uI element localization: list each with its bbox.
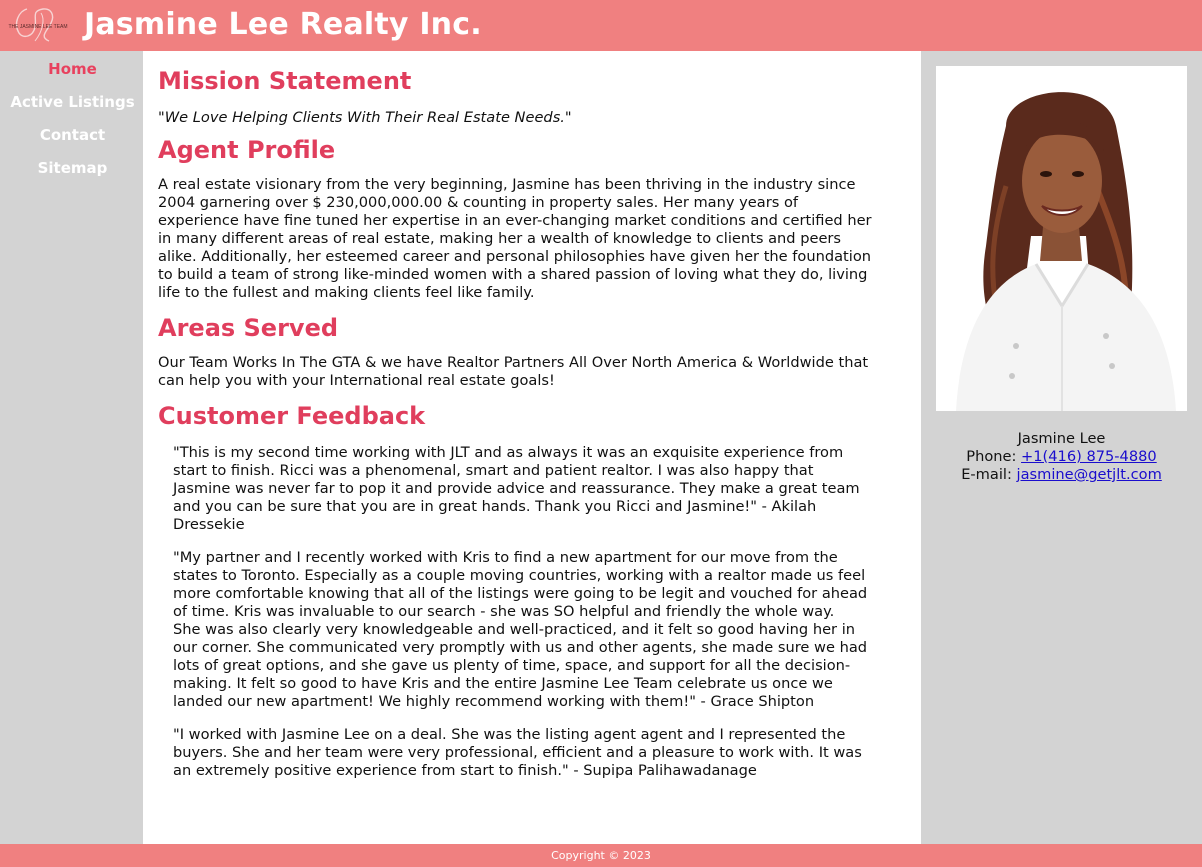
text-line: Dressekie: [173, 516, 245, 533]
site-header: THE JASMINE LEE TEAM Jasmine Lee Realty …: [0, 0, 1202, 51]
text-line: more comfortable knowing that all of the…: [173, 585, 868, 602]
mission-heading: Mission Statement: [158, 67, 412, 95]
profile-text: A real estate visionary from the very be…: [158, 176, 906, 302]
text-line: She was also clearly very knowledgeable …: [173, 621, 856, 638]
nav-item-sitemap[interactable]: Sitemap: [2, 150, 143, 183]
text-line: life to the fullest and making clients f…: [158, 284, 535, 301]
team-logo[interactable]: THE JASMINE LEE TEAM: [5, 3, 71, 47]
text-line: "My partner and I recently worked with K…: [173, 549, 838, 566]
profile-heading: Agent Profile: [158, 136, 336, 164]
email-label: E-mail:: [961, 466, 1012, 483]
main-content: Mission Statement "We Love Helping Clien…: [143, 51, 921, 844]
copyright-text: Copyright © 2023: [551, 849, 651, 862]
text-line: of time. Kris was invaluable to our sear…: [173, 603, 835, 620]
agent-photo: [936, 66, 1187, 411]
logo-text: THE JASMINE LEE TEAM: [8, 24, 67, 30]
text-line: Jasmine was never far to pop it and prov…: [173, 480, 860, 497]
text-line: "I worked with Jasmine Lee on a deal. Sh…: [173, 726, 846, 743]
text-line: "This is my second time working with JLT…: [173, 444, 844, 461]
phone-link[interactable]: +1(416) 875-4880: [1021, 448, 1157, 465]
phone-label: Phone:: [966, 448, 1017, 465]
feedback-list: "This is my second time working with JLT…: [158, 444, 906, 780]
text-line: lots of great options, and she gave us p…: [173, 657, 851, 674]
text-line: landed our new apartment! We highly reco…: [173, 693, 815, 710]
feedback-item: "My partner and I recently worked with K…: [158, 549, 906, 711]
areas-heading: Areas Served: [158, 314, 339, 342]
text-line: start to finish. Ricci was a phenomenal,…: [173, 462, 814, 479]
text-line: 2004 garnering over $ 230,000,000.00 & c…: [158, 194, 799, 211]
text-line: states to Toronto. Especially as a coupl…: [173, 567, 866, 584]
mission-quote: "We Love Helping Clients With Their Real…: [158, 109, 572, 126]
text-line: Our Team Works In The GTA & we have Real…: [158, 354, 869, 371]
site-title: Jasmine Lee Realty Inc.: [84, 7, 482, 42]
phone-row: Phone: +1(416) 875-4880: [921, 448, 1202, 466]
agent-contact: Jasmine Lee Phone: +1(416) 875-4880 E-ma…: [921, 430, 1202, 484]
areas-text: Our Team Works In The GTA & we have Real…: [158, 354, 906, 390]
email-link[interactable]: jasmine@getjlt.com: [1017, 466, 1162, 483]
text-line: can help you with your International rea…: [158, 372, 555, 389]
text-line: alike. Additionally, her esteemed career…: [158, 248, 872, 265]
text-line: making. It felt so good to have Kris and…: [173, 675, 833, 692]
email-row: E-mail: jasmine@getjlt.com: [921, 466, 1202, 484]
nav-item-active-listings[interactable]: Active Listings: [2, 84, 143, 117]
text-line: A real estate visionary from the very be…: [158, 176, 856, 193]
nav-item-contact[interactable]: Contact: [2, 117, 143, 150]
text-line: buyers. She and her team were very profe…: [173, 744, 862, 761]
nav-item-home[interactable]: Home: [2, 51, 143, 84]
feedback-item: "I worked with Jasmine Lee on a deal. Sh…: [158, 726, 906, 780]
text-line: our corner. She communicated very prompt…: [173, 639, 868, 656]
text-line: and you can be sure that you are in grea…: [173, 498, 817, 515]
text-line: experience have fine tuned her expertise…: [158, 212, 872, 229]
text-line: an extremely positive experience from st…: [173, 762, 757, 779]
main-nav: Home Active Listings Contact Sitemap: [2, 51, 143, 183]
agent-portrait-image: [936, 66, 1187, 411]
text-line: to build a team of strong like-minded wo…: [158, 266, 868, 283]
feedback-item: "This is my second time working with JLT…: [158, 444, 906, 534]
agent-name: Jasmine Lee: [1017, 430, 1106, 447]
site-footer: Copyright © 2023: [0, 844, 1202, 867]
text-line: in many different areas of real estate, …: [158, 230, 842, 247]
feedback-heading: Customer Feedback: [158, 402, 426, 430]
